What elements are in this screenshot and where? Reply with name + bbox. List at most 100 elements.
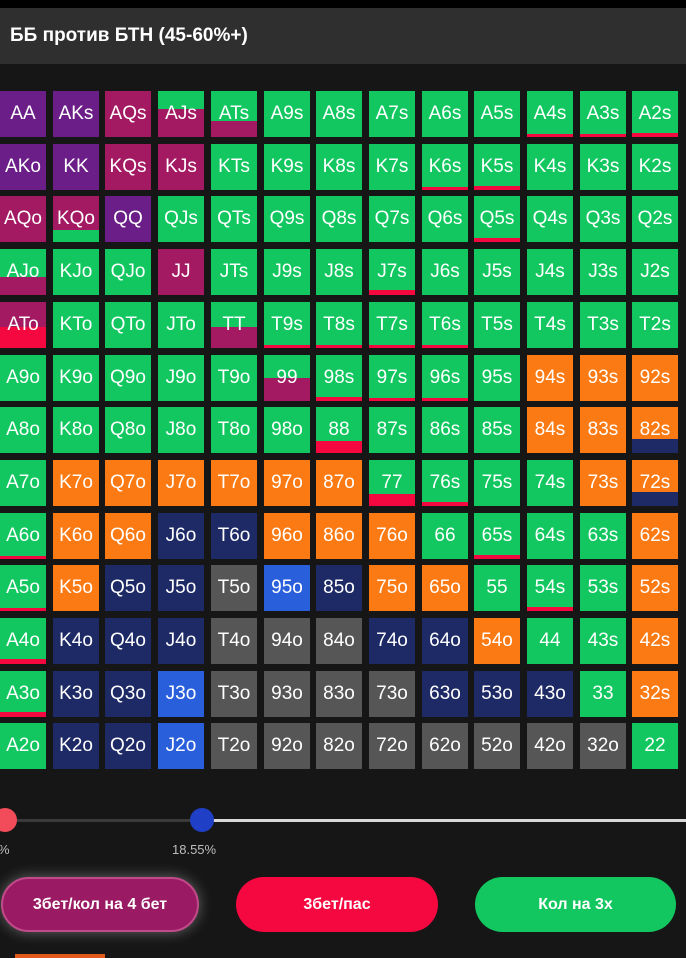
- hand-cell[interactable]: 76s: [422, 460, 468, 506]
- hand-cell[interactable]: 54s: [527, 565, 573, 611]
- hand-cell[interactable]: KJs: [158, 144, 204, 190]
- hand-cell[interactable]: 55: [474, 565, 520, 611]
- hand-cell[interactable]: KTo: [53, 302, 99, 348]
- hand-cell[interactable]: JTs: [211, 249, 257, 295]
- hand-cell[interactable]: 43o: [527, 671, 573, 717]
- hand-cell[interactable]: 86o: [316, 513, 362, 559]
- hand-cell[interactable]: 54o: [474, 618, 520, 664]
- hand-cell[interactable]: T6s: [422, 302, 468, 348]
- hand-cell[interactable]: K5s: [474, 144, 520, 190]
- hand-cell[interactable]: J5s: [474, 249, 520, 295]
- hand-cell[interactable]: 43s: [580, 618, 626, 664]
- hand-cell[interactable]: 63s: [580, 513, 626, 559]
- hand-cell[interactable]: K2o: [53, 723, 99, 769]
- hand-cell[interactable]: KTs: [211, 144, 257, 190]
- hand-cell[interactable]: ATo: [0, 302, 46, 348]
- hand-cell[interactable]: AQo: [0, 196, 46, 242]
- raise-call-button[interactable]: 3бет/кол на 4 бет: [1, 877, 199, 932]
- hand-cell[interactable]: 72o: [369, 723, 415, 769]
- hand-cell[interactable]: 73o: [369, 671, 415, 717]
- hand-cell[interactable]: 62s: [632, 513, 678, 559]
- hand-cell[interactable]: J7s: [369, 249, 415, 295]
- hand-cell[interactable]: 97s: [369, 355, 415, 401]
- hand-cell[interactable]: 52s: [632, 565, 678, 611]
- slider-left-handle[interactable]: [0, 808, 17, 832]
- hand-cell[interactable]: 84s: [527, 407, 573, 453]
- hand-cell[interactable]: 73s: [580, 460, 626, 506]
- hand-cell[interactable]: 85o: [316, 565, 362, 611]
- hand-cell[interactable]: A8s: [316, 91, 362, 137]
- hand-cell[interactable]: T5o: [211, 565, 257, 611]
- hand-cell[interactable]: 98o: [264, 407, 310, 453]
- raise-fold-button[interactable]: 3бет/пас: [236, 877, 438, 932]
- hand-cell[interactable]: Q9o: [105, 355, 151, 401]
- hand-cell[interactable]: 93s: [580, 355, 626, 401]
- hand-cell[interactable]: A4s: [527, 91, 573, 137]
- hand-cell[interactable]: 92s: [632, 355, 678, 401]
- hand-cell[interactable]: 83s: [580, 407, 626, 453]
- hand-cell[interactable]: J3o: [158, 671, 204, 717]
- hand-cell[interactable]: T3s: [580, 302, 626, 348]
- hand-cell[interactable]: T4o: [211, 618, 257, 664]
- hand-cell[interactable]: 83o: [316, 671, 362, 717]
- hand-cell[interactable]: T7s: [369, 302, 415, 348]
- hand-cell[interactable]: 94s: [527, 355, 573, 401]
- hand-cell[interactable]: K3o: [53, 671, 99, 717]
- hand-cell[interactable]: Q2s: [632, 196, 678, 242]
- hand-cell[interactable]: Q7o: [105, 460, 151, 506]
- hand-cell[interactable]: 75o: [369, 565, 415, 611]
- frequency-slider[interactable]: % 18.55%: [0, 800, 686, 860]
- hand-cell[interactable]: K8o: [53, 407, 99, 453]
- hand-cell[interactable]: QJs: [158, 196, 204, 242]
- hand-cell[interactable]: K4o: [53, 618, 99, 664]
- hand-cell[interactable]: J4o: [158, 618, 204, 664]
- hand-cell[interactable]: 82o: [316, 723, 362, 769]
- hand-cell[interactable]: 44: [527, 618, 573, 664]
- hand-cell[interactable]: J2o: [158, 723, 204, 769]
- hand-cell[interactable]: AJs: [158, 91, 204, 137]
- hand-cell[interactable]: K8s: [316, 144, 362, 190]
- hand-cell[interactable]: A5o: [0, 565, 46, 611]
- hand-cell[interactable]: T9s: [264, 302, 310, 348]
- hand-cell[interactable]: 64o: [422, 618, 468, 664]
- hand-cell[interactable]: 96s: [422, 355, 468, 401]
- hand-cell[interactable]: J8o: [158, 407, 204, 453]
- hand-cell[interactable]: A3o: [0, 671, 46, 717]
- hand-cell[interactable]: Q3s: [580, 196, 626, 242]
- hand-cell[interactable]: K9s: [264, 144, 310, 190]
- hand-cell[interactable]: T6o: [211, 513, 257, 559]
- hand-cell[interactable]: QTs: [211, 196, 257, 242]
- hand-cell[interactable]: 98s: [316, 355, 362, 401]
- hand-cell[interactable]: 62o: [422, 723, 468, 769]
- hand-cell[interactable]: J7o: [158, 460, 204, 506]
- hand-cell[interactable]: T8s: [316, 302, 362, 348]
- hand-cell[interactable]: 99: [264, 355, 310, 401]
- hand-cell[interactable]: 97o: [264, 460, 310, 506]
- hand-cell[interactable]: 66: [422, 513, 468, 559]
- hand-cell[interactable]: JTo: [158, 302, 204, 348]
- hand-cell[interactable]: Q4s: [527, 196, 573, 242]
- hand-cell[interactable]: J9s: [264, 249, 310, 295]
- hand-cell[interactable]: K4s: [527, 144, 573, 190]
- hand-cell[interactable]: Q8o: [105, 407, 151, 453]
- hand-cell[interactable]: 96o: [264, 513, 310, 559]
- hand-cell[interactable]: 95s: [474, 355, 520, 401]
- hand-cell[interactable]: AJo: [0, 249, 46, 295]
- hand-cell[interactable]: 92o: [264, 723, 310, 769]
- hand-cell[interactable]: A9o: [0, 355, 46, 401]
- hand-cell[interactable]: KJo: [53, 249, 99, 295]
- hand-cell[interactable]: A3s: [580, 91, 626, 137]
- hand-cell[interactable]: K6s: [422, 144, 468, 190]
- hand-cell[interactable]: T5s: [474, 302, 520, 348]
- hand-cell[interactable]: 53s: [580, 565, 626, 611]
- hand-cell[interactable]: QJo: [105, 249, 151, 295]
- hand-cell[interactable]: 22: [632, 723, 678, 769]
- hand-cell[interactable]: J4s: [527, 249, 573, 295]
- hand-cell[interactable]: J9o: [158, 355, 204, 401]
- hand-cell[interactable]: 95o: [264, 565, 310, 611]
- hand-cell[interactable]: K3s: [580, 144, 626, 190]
- hand-cell[interactable]: Q4o: [105, 618, 151, 664]
- hand-cell[interactable]: T2o: [211, 723, 257, 769]
- hand-cell[interactable]: K7o: [53, 460, 99, 506]
- hand-cell[interactable]: T7o: [211, 460, 257, 506]
